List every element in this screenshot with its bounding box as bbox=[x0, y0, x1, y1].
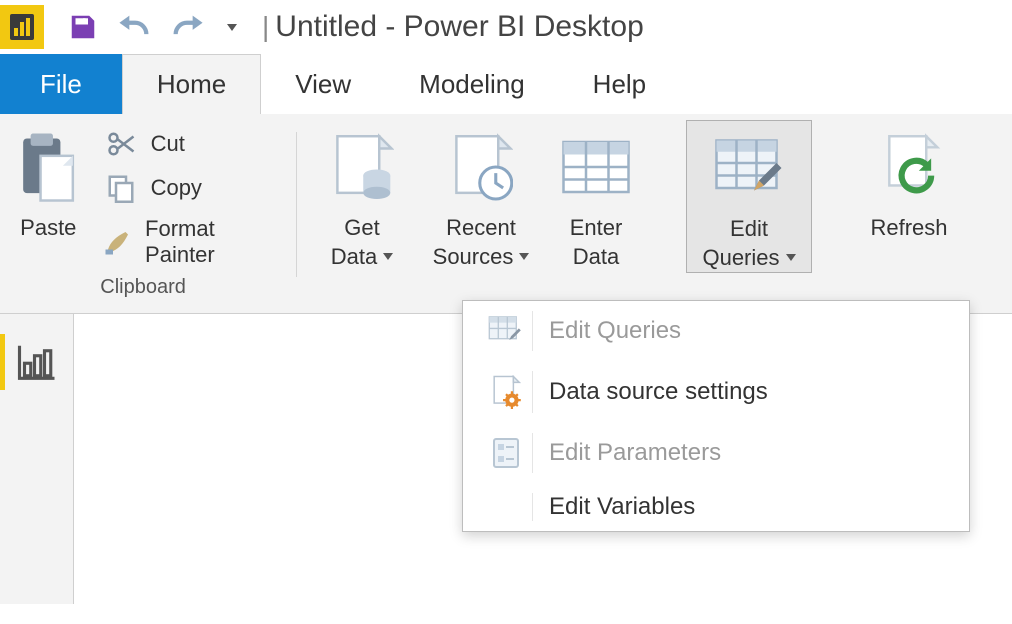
menu-edit-queries-label: Edit Queries bbox=[549, 317, 681, 345]
table-pencil-icon bbox=[714, 137, 784, 199]
scissors-icon bbox=[106, 129, 136, 159]
refresh-button[interactable]: Refresh bbox=[857, 120, 961, 243]
tab-view[interactable]: View bbox=[261, 54, 385, 114]
refresh-icon bbox=[877, 131, 941, 203]
edit-queries-menu: Edit Queries Data source settings Edit P… bbox=[462, 300, 970, 532]
bar-chart-icon bbox=[17, 343, 57, 381]
recent-label-1: Recent bbox=[446, 214, 516, 243]
chevron-down-icon bbox=[786, 254, 796, 261]
menu-data-source-settings[interactable]: Data source settings bbox=[463, 361, 969, 423]
edit-queries-button[interactable]: Edit Queries bbox=[686, 120, 812, 273]
cut-button[interactable]: Cut bbox=[97, 126, 275, 162]
report-view-nav[interactable] bbox=[7, 332, 67, 392]
save-button[interactable] bbox=[66, 10, 100, 44]
parameters-icon bbox=[492, 437, 520, 469]
chevron-down-icon bbox=[383, 253, 393, 260]
left-nav-rail bbox=[0, 314, 74, 604]
clipboard-icon bbox=[18, 131, 78, 203]
tab-home[interactable]: Home bbox=[122, 54, 261, 114]
cut-label: Cut bbox=[151, 131, 185, 157]
page-gear-icon bbox=[491, 375, 521, 409]
recent-sources-button[interactable]: Recent Sources bbox=[423, 120, 539, 271]
window-title: Untitled - Power BI Desktop bbox=[275, 10, 643, 44]
format-painter-button[interactable]: Format Painter bbox=[97, 214, 275, 270]
save-icon bbox=[68, 12, 98, 42]
edit-queries-label-1: Edit bbox=[730, 215, 768, 244]
redo-button[interactable] bbox=[170, 10, 204, 44]
ribbon-separator bbox=[296, 132, 297, 277]
paste-label: Paste bbox=[20, 214, 76, 243]
app-icon bbox=[0, 5, 44, 49]
enter-label-2: Data bbox=[573, 243, 619, 272]
chevron-down-icon bbox=[519, 253, 529, 260]
group-external-data: Get Data Recent Sources bbox=[307, 120, 1000, 313]
enter-label-1: Enter bbox=[570, 214, 623, 243]
tab-help[interactable]: Help bbox=[559, 54, 680, 114]
copy-button[interactable]: Copy bbox=[97, 170, 275, 206]
copy-icon bbox=[106, 173, 136, 203]
group-clipboard-label: Clipboard bbox=[100, 270, 186, 307]
page-cylinder-icon bbox=[330, 131, 394, 203]
bar-chart-icon bbox=[10, 14, 34, 40]
enter-data-button[interactable]: Enter Data bbox=[551, 120, 641, 271]
get-data-label-1: Get bbox=[344, 214, 379, 243]
edit-queries-label-2: Queries bbox=[702, 244, 779, 273]
undo-button[interactable] bbox=[118, 10, 152, 44]
quick-access-toolbar bbox=[50, 10, 258, 44]
ribbon-tabs: File Home View Modeling Help bbox=[0, 54, 1012, 114]
paintbrush-icon bbox=[103, 227, 133, 257]
menu-data-source-settings-label: Data source settings bbox=[549, 378, 768, 406]
menu-edit-variables[interactable]: Edit Variables bbox=[463, 483, 969, 531]
group-clipboard: Paste Cut Copy Format Painter Clipboard bbox=[12, 120, 286, 313]
table-pencil-icon bbox=[488, 315, 524, 347]
get-data-button[interactable]: Get Data bbox=[313, 120, 411, 271]
redo-icon bbox=[170, 12, 204, 42]
refresh-label: Refresh bbox=[870, 214, 947, 243]
table-icon bbox=[561, 138, 631, 196]
recent-label-2: Sources bbox=[433, 243, 514, 272]
ribbon: Paste Cut Copy Format Painter Clipboard bbox=[0, 114, 1012, 314]
menu-edit-variables-label: Edit Variables bbox=[549, 493, 695, 521]
tab-file[interactable]: File bbox=[0, 54, 122, 114]
menu-edit-parameters[interactable]: Edit Parameters bbox=[463, 423, 969, 483]
title-separator: | bbox=[258, 11, 275, 43]
menu-edit-parameters-label: Edit Parameters bbox=[549, 439, 721, 467]
format-painter-label: Format Painter bbox=[145, 216, 268, 268]
page-clock-icon bbox=[449, 131, 513, 203]
title-bar: | Untitled - Power BI Desktop bbox=[0, 0, 1012, 54]
chevron-down-icon bbox=[227, 24, 237, 31]
qat-customize-button[interactable] bbox=[222, 10, 242, 44]
undo-icon bbox=[118, 12, 152, 42]
tab-modeling[interactable]: Modeling bbox=[385, 54, 559, 114]
get-data-label-2: Data bbox=[331, 243, 377, 272]
copy-label: Copy bbox=[151, 175, 202, 201]
menu-edit-queries[interactable]: Edit Queries bbox=[463, 301, 969, 361]
paste-button[interactable]: Paste bbox=[12, 120, 85, 243]
